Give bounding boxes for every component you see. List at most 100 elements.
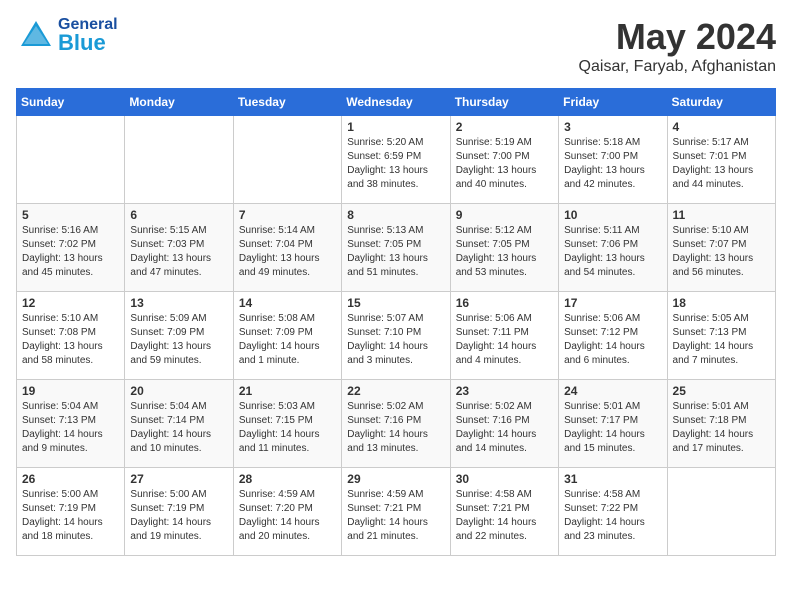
table-row: 21 Sunrise: 5:03 AM Sunset: 7:15 PM Dayli… (233, 380, 341, 468)
day-info: Sunrise: 5:12 AM Sunset: 7:05 PM Dayligh… (456, 224, 553, 280)
day-number: 17 (564, 296, 661, 310)
calendar-table: Sunday Monday Tuesday Wednesday Thursday… (16, 88, 776, 556)
table-row: 18Sunrise: 5:05 AM Sunset: 7:13 PM Dayli… (667, 292, 775, 380)
table-row (17, 116, 125, 204)
table-row: 4Sunrise: 5:17 AM Sunset: 7:01 PM Daylig… (667, 116, 775, 204)
day-info: Sunrise: 5:07 AM Sunset: 7:10 PM Dayligh… (347, 312, 444, 368)
table-row: 27 Sunrise: 5:00 AM Sunset: 7:19 PM Dayli… (125, 468, 233, 556)
day-number: 2 (456, 120, 553, 134)
calendar-week-row: 26 Sunrise: 5:00 AM Sunset: 7:19 PM Dayli… (17, 468, 776, 556)
table-row: 29 Sunrise: 4:59 AM Sunset: 7:21 PM Dayli… (342, 468, 450, 556)
col-tuesday: Tuesday (233, 89, 341, 116)
day-number: 15 (347, 296, 444, 310)
day-info: Sunrise: 5:02 AM Sunset: 7:16 PM Dayligh… (456, 400, 553, 456)
table-row: 5Sunrise: 5:16 AM Sunset: 7:02 PM Daylig… (17, 204, 125, 292)
day-info: Sunrise: 5:14 AM Sunset: 7:04 PM Dayligh… (239, 224, 336, 280)
day-info: Sunrise: 5:18 AM Sunset: 7:00 PM Dayligh… (564, 136, 661, 192)
table-row: 14 Sunrise: 5:08 AM Sunset: 7:09 PM Dayli… (233, 292, 341, 380)
table-row (125, 116, 233, 204)
day-number: 8 (347, 208, 444, 222)
day-number: 14 (239, 296, 336, 310)
col-thursday: Thursday (450, 89, 558, 116)
day-number: 3 (564, 120, 661, 134)
logo-text: General Blue (58, 16, 118, 56)
logo-line2: Blue (58, 30, 118, 56)
table-row: 2 Sunrise: 5:19 AM Sunset: 7:00 PM Daylig… (450, 116, 558, 204)
day-number: 31 (564, 472, 661, 486)
day-number: 21 (239, 384, 336, 398)
day-number: 1 (347, 120, 444, 134)
page-header: General Blue May 2024 Qaisar, Faryab, Af… (16, 16, 776, 76)
day-info: Sunrise: 5:01 AM Sunset: 7:18 PM Dayligh… (673, 400, 770, 456)
col-saturday: Saturday (667, 89, 775, 116)
col-monday: Monday (125, 89, 233, 116)
day-info: Sunrise: 5:20 AM Sunset: 6:59 PM Dayligh… (347, 136, 444, 192)
day-number: 12 (22, 296, 119, 310)
table-row: 19Sunrise: 5:04 AM Sunset: 7:13 PM Dayli… (17, 380, 125, 468)
day-info: Sunrise: 5:08 AM Sunset: 7:09 PM Dayligh… (239, 312, 336, 368)
day-info: Sunrise: 5:10 AM Sunset: 7:08 PM Dayligh… (22, 312, 119, 368)
table-row: 6 Sunrise: 5:15 AM Sunset: 7:03 PM Daylig… (125, 204, 233, 292)
day-number: 11 (673, 208, 770, 222)
table-row: 30 Sunrise: 4:58 AM Sunset: 7:21 PM Dayli… (450, 468, 558, 556)
table-row: 7 Sunrise: 5:14 AM Sunset: 7:04 PM Daylig… (233, 204, 341, 292)
day-info: Sunrise: 5:11 AM Sunset: 7:06 PM Dayligh… (564, 224, 661, 280)
month-title: May 2024 (579, 16, 776, 58)
day-info: Sunrise: 5:04 AM Sunset: 7:13 PM Dayligh… (22, 400, 119, 456)
day-number: 13 (130, 296, 227, 310)
logo-icon (16, 16, 56, 56)
day-info: Sunrise: 4:59 AM Sunset: 7:20 PM Dayligh… (239, 488, 336, 544)
day-number: 7 (239, 208, 336, 222)
day-info: Sunrise: 5:15 AM Sunset: 7:03 PM Dayligh… (130, 224, 227, 280)
day-number: 23 (456, 384, 553, 398)
calendar-week-row: 1 Sunrise: 5:20 AM Sunset: 6:59 PM Daylig… (17, 116, 776, 204)
day-number: 29 (347, 472, 444, 486)
day-info: Sunrise: 5:01 AM Sunset: 7:17 PM Dayligh… (564, 400, 661, 456)
day-info: Sunrise: 5:04 AM Sunset: 7:14 PM Dayligh… (130, 400, 227, 456)
table-row (233, 116, 341, 204)
table-row: 15 Sunrise: 5:07 AM Sunset: 7:10 PM Dayli… (342, 292, 450, 380)
day-number: 27 (130, 472, 227, 486)
day-info: Sunrise: 5:05 AM Sunset: 7:13 PM Dayligh… (673, 312, 770, 368)
day-info: Sunrise: 4:58 AM Sunset: 7:22 PM Dayligh… (564, 488, 661, 544)
day-info: Sunrise: 5:13 AM Sunset: 7:05 PM Dayligh… (347, 224, 444, 280)
table-row: 24 Sunrise: 5:01 AM Sunset: 7:17 PM Dayli… (559, 380, 667, 468)
day-number: 25 (673, 384, 770, 398)
day-number: 5 (22, 208, 119, 222)
calendar-week-row: 19Sunrise: 5:04 AM Sunset: 7:13 PM Dayli… (17, 380, 776, 468)
calendar-week-row: 5Sunrise: 5:16 AM Sunset: 7:02 PM Daylig… (17, 204, 776, 292)
table-row: 1 Sunrise: 5:20 AM Sunset: 6:59 PM Daylig… (342, 116, 450, 204)
day-number: 9 (456, 208, 553, 222)
day-info: Sunrise: 5:03 AM Sunset: 7:15 PM Dayligh… (239, 400, 336, 456)
day-info: Sunrise: 5:06 AM Sunset: 7:11 PM Dayligh… (456, 312, 553, 368)
day-number: 6 (130, 208, 227, 222)
logo: General Blue (16, 16, 118, 56)
day-number: 28 (239, 472, 336, 486)
day-info: Sunrise: 4:59 AM Sunset: 7:21 PM Dayligh… (347, 488, 444, 544)
day-number: 10 (564, 208, 661, 222)
day-info: Sunrise: 4:58 AM Sunset: 7:21 PM Dayligh… (456, 488, 553, 544)
day-info: Sunrise: 5:09 AM Sunset: 7:09 PM Dayligh… (130, 312, 227, 368)
day-number: 30 (456, 472, 553, 486)
day-info: Sunrise: 5:00 AM Sunset: 7:19 PM Dayligh… (130, 488, 227, 544)
day-info: Sunrise: 5:19 AM Sunset: 7:00 PM Dayligh… (456, 136, 553, 192)
location-title: Qaisar, Faryab, Afghanistan (579, 58, 776, 76)
table-row: 26 Sunrise: 5:00 AM Sunset: 7:19 PM Dayli… (17, 468, 125, 556)
table-row: 28 Sunrise: 4:59 AM Sunset: 7:20 PM Dayli… (233, 468, 341, 556)
table-row (667, 468, 775, 556)
day-info: Sunrise: 5:10 AM Sunset: 7:07 PM Dayligh… (673, 224, 770, 280)
table-row: 13 Sunrise: 5:09 AM Sunset: 7:09 PM Dayli… (125, 292, 233, 380)
calendar-header-row: Sunday Monday Tuesday Wednesday Thursday… (17, 89, 776, 116)
table-row: 12 Sunrise: 5:10 AM Sunset: 7:08 PM Dayli… (17, 292, 125, 380)
day-info: Sunrise: 5:00 AM Sunset: 7:19 PM Dayligh… (22, 488, 119, 544)
table-row: 20Sunrise: 5:04 AM Sunset: 7:14 PM Dayli… (125, 380, 233, 468)
table-row: 9 Sunrise: 5:12 AM Sunset: 7:05 PM Daylig… (450, 204, 558, 292)
day-number: 24 (564, 384, 661, 398)
day-number: 26 (22, 472, 119, 486)
table-row: 11 Sunrise: 5:10 AM Sunset: 7:07 PM Dayli… (667, 204, 775, 292)
day-info: Sunrise: 5:02 AM Sunset: 7:16 PM Dayligh… (347, 400, 444, 456)
day-number: 4 (673, 120, 770, 134)
col-friday: Friday (559, 89, 667, 116)
table-row: 10 Sunrise: 5:11 AM Sunset: 7:06 PM Dayli… (559, 204, 667, 292)
table-row: 25 Sunrise: 5:01 AM Sunset: 7:18 PM Dayli… (667, 380, 775, 468)
